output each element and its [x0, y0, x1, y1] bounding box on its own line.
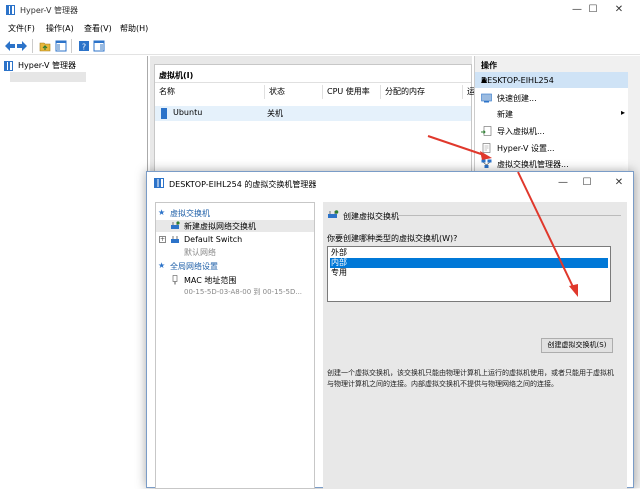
annotation-arrowhead: [480, 151, 492, 160]
annotation-arrows: [427, 135, 578, 297]
annotation-arrow-line: [517, 171, 575, 290]
annotation-arrowhead: [569, 284, 578, 297]
annotation-arrow-line: [427, 135, 485, 156]
